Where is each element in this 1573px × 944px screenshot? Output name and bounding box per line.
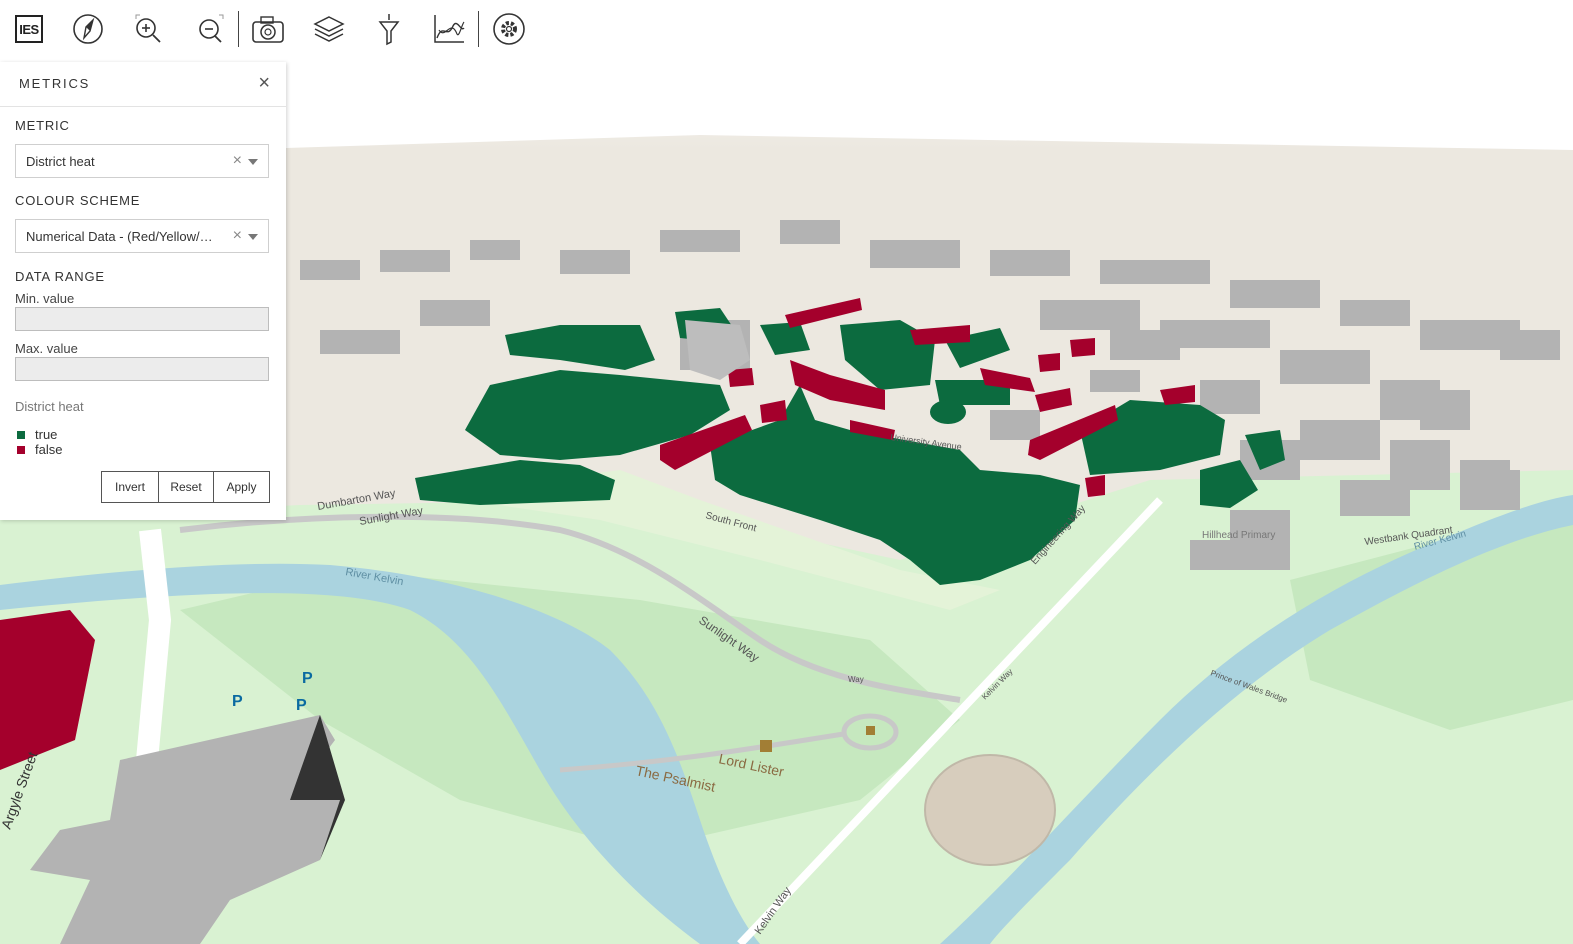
max-value-label: Max. value: [15, 341, 78, 356]
label-hillhead-primary: Hillhead Primary: [1202, 530, 1275, 541]
layers-icon[interactable]: [308, 8, 350, 50]
max-value-field[interactable]: [15, 357, 269, 381]
legend-swatch-false: [17, 445, 25, 454]
memorial-icon: [866, 726, 875, 735]
zoom-in-icon[interactable]: [128, 8, 170, 50]
metrics-panel: METRICS × METRIC District heat × COLOUR …: [0, 62, 286, 520]
bandstand: [924, 754, 1056, 866]
statue-icon: [760, 740, 772, 752]
colour-scheme-select[interactable]: Numerical Data - (Red/Yellow/Green) ×: [15, 219, 269, 253]
svg-text:P: P: [296, 697, 307, 714]
chart-icon[interactable]: [428, 8, 470, 50]
data-range-label: DATA RANGE: [15, 269, 105, 284]
close-icon[interactable]: ×: [258, 72, 270, 94]
legend-item-true: true: [17, 427, 58, 442]
svg-text:P: P: [302, 670, 313, 687]
metric-select[interactable]: District heat ×: [15, 144, 269, 178]
panel-header: METRICS ×: [0, 62, 286, 107]
metric-label: METRIC: [15, 118, 70, 133]
zoom-out-icon[interactable]: [189, 8, 231, 50]
metric-select-value: District heat: [26, 154, 95, 169]
chevron-down-icon[interactable]: [248, 159, 258, 165]
legend-label-false: false: [35, 442, 63, 457]
settings-icon[interactable]: [488, 8, 530, 50]
chevron-down-icon[interactable]: [248, 234, 258, 240]
min-value-label: Min. value: [15, 291, 75, 306]
invert-button[interactable]: Invert: [101, 471, 159, 503]
svg-text:P: P: [232, 693, 243, 710]
legend-item-false: false: [17, 442, 63, 457]
ies-logo-text: IES: [15, 15, 43, 43]
toolbar-separator-2: [478, 11, 479, 47]
reset-button[interactable]: Reset: [159, 471, 214, 503]
compass-icon[interactable]: [67, 8, 109, 50]
colour-scheme-select-value: Numerical Data - (Red/Yellow/Green): [26, 229, 222, 244]
clear-icon[interactable]: ×: [233, 227, 242, 245]
panel-title: METRICS: [19, 76, 91, 91]
legend-swatch-true: [17, 430, 25, 439]
label-way: Way: [848, 675, 864, 684]
colour-scheme-label: COLOUR SCHEME: [15, 193, 141, 208]
legend-title: District heat: [15, 399, 84, 414]
min-value-field[interactable]: [15, 307, 269, 331]
filter-icon[interactable]: [368, 8, 410, 50]
action-buttons: Invert Reset Apply: [101, 471, 270, 503]
ies-logo[interactable]: IES: [8, 8, 50, 50]
toolbar: IES: [0, 0, 540, 60]
camera-icon[interactable]: [247, 8, 289, 50]
apply-button[interactable]: Apply: [214, 471, 270, 503]
toolbar-separator: [238, 11, 239, 47]
clear-icon[interactable]: ×: [233, 152, 242, 170]
legend-label-true: true: [35, 427, 58, 442]
